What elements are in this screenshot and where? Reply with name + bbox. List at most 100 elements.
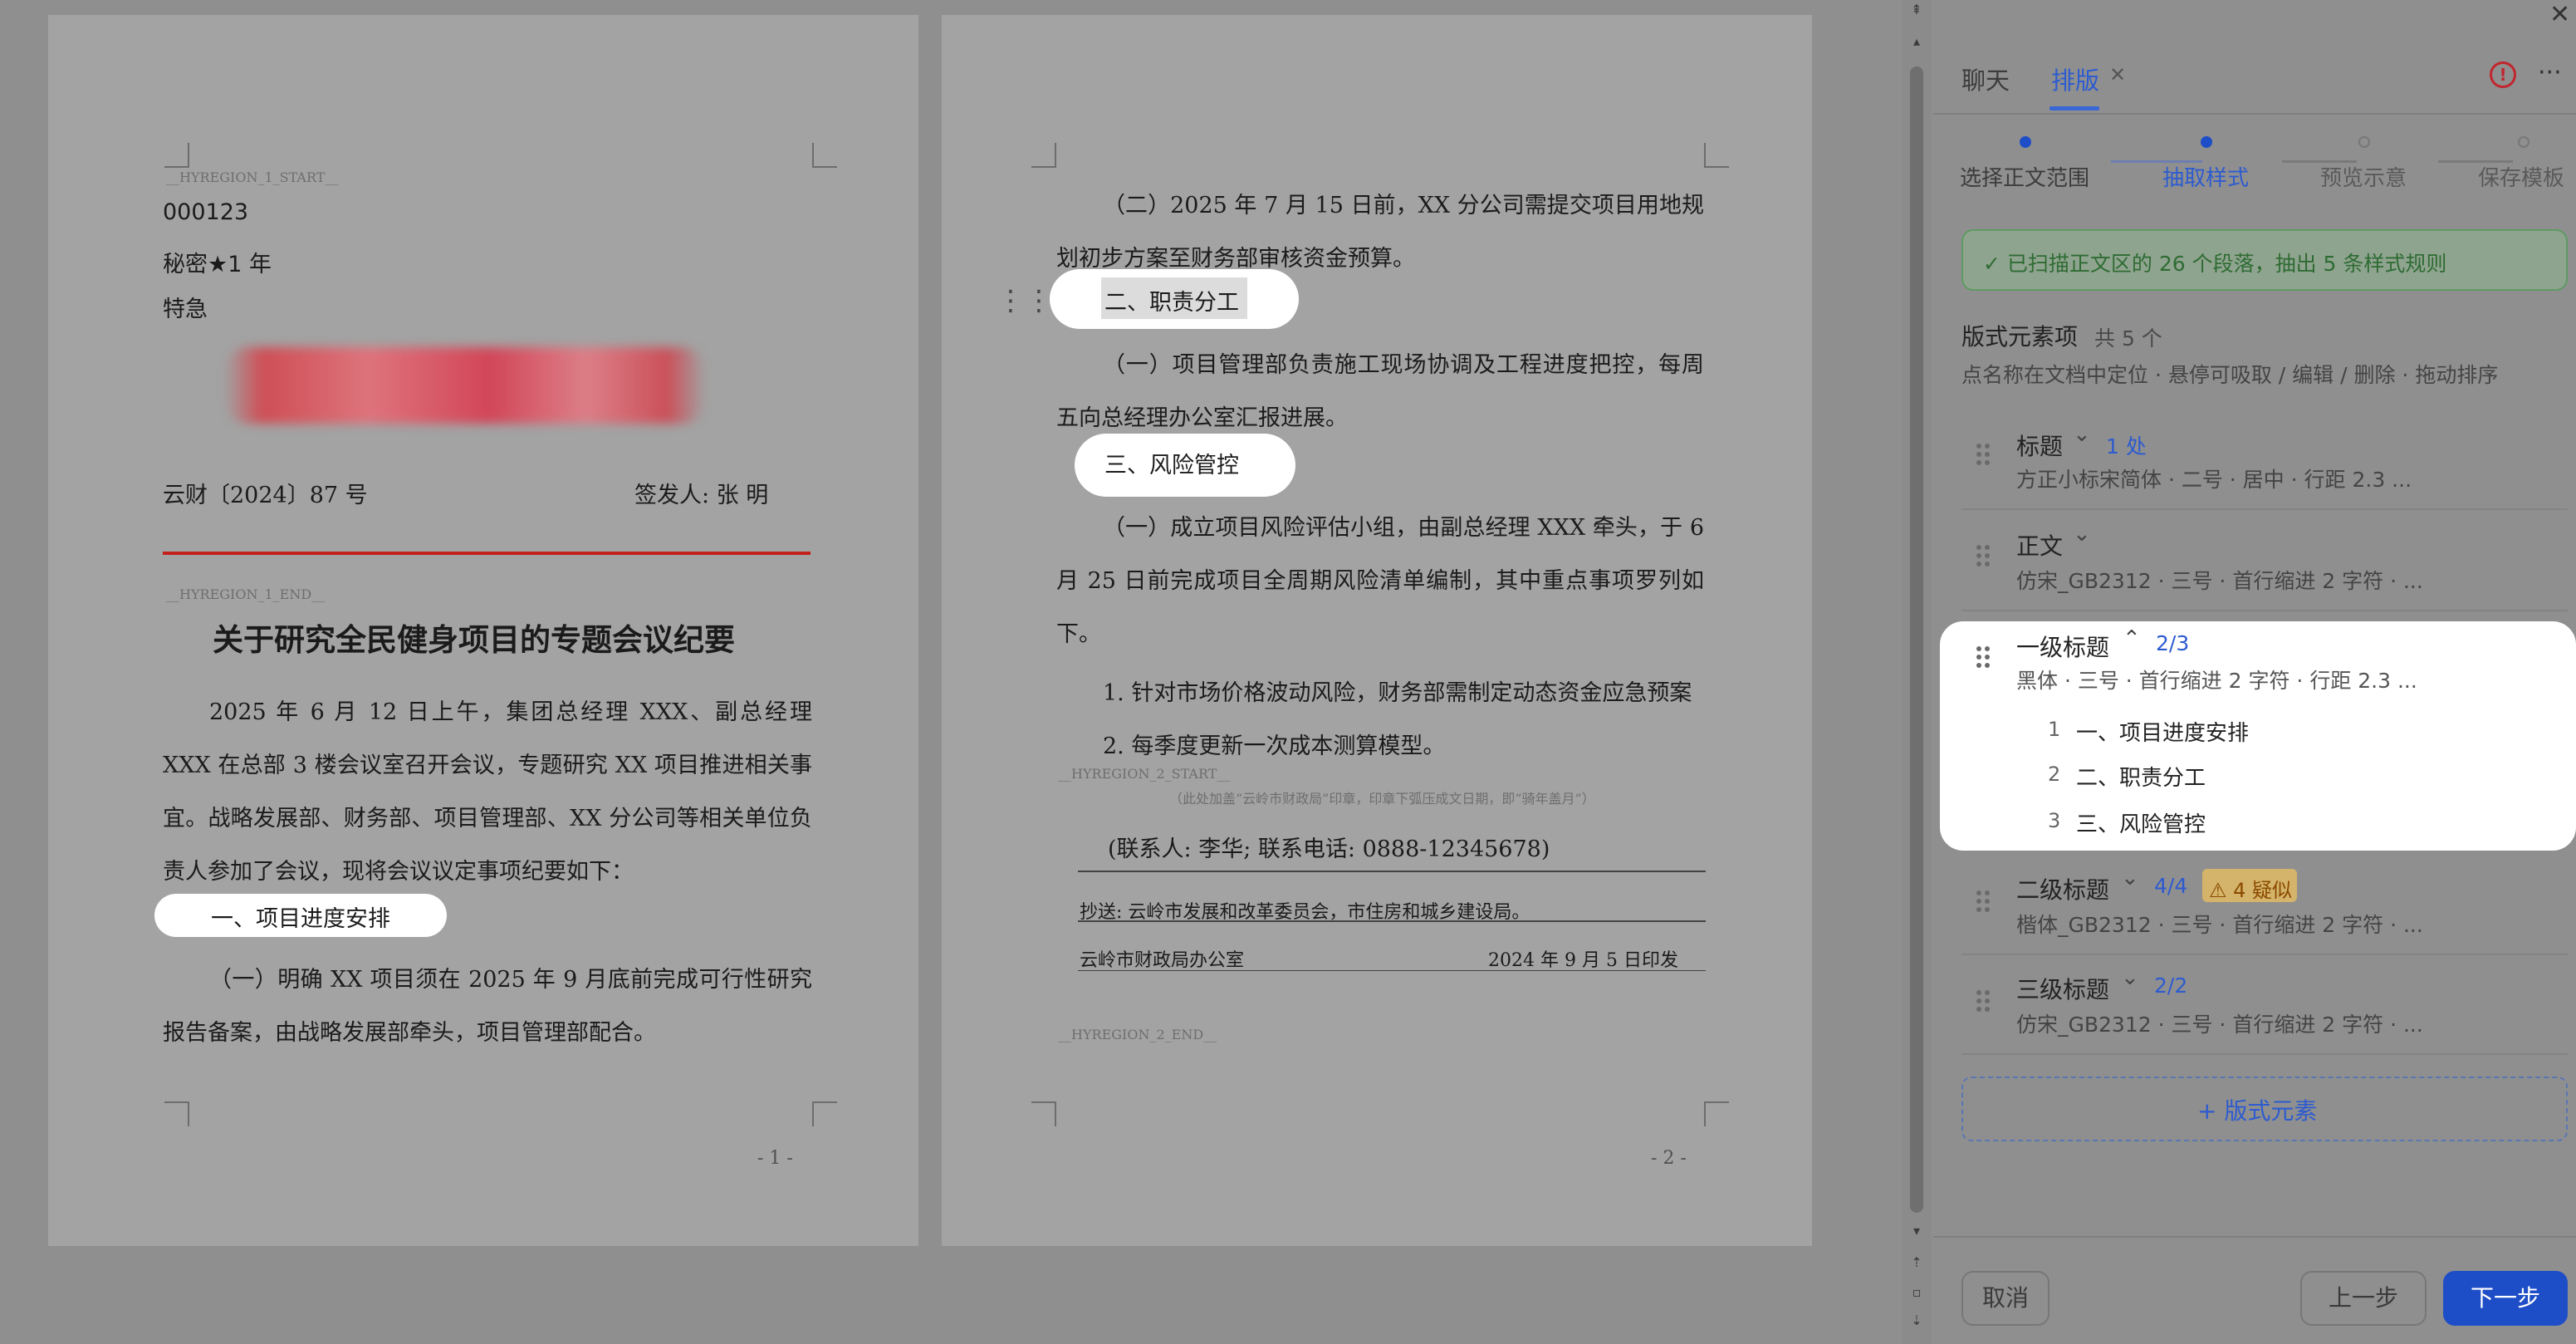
vertical-scrollbar[interactable]: ⇞ ▴ ▾ ⇡ ▫ ⇣	[1902, 0, 1932, 1344]
step-dot-todo	[2358, 136, 2370, 148]
child-index: 3	[2048, 809, 2061, 832]
tab-chat[interactable]: 聊天	[1961, 61, 2010, 96]
region-start-marker: __HYREGION_2_START__	[1058, 766, 1231, 782]
next-step-button[interactable]: 下一步	[2443, 1271, 2568, 1326]
success-message: ✓ 已扫描正文区的 26 个段落，抽出 5 条样式规则	[1983, 252, 2447, 276]
drag-handle-icon[interactable]	[1976, 444, 1990, 465]
child-heading-item[interactable]: 二、职责分工	[2076, 761, 2206, 792]
step-dot-done	[2020, 136, 2031, 148]
tabs-divider	[1933, 113, 2576, 115]
element-desc: 方正小标宋简体 · 二号 · 居中 · 行距 2.3 ...	[2016, 468, 2412, 492]
doc-number: 000123	[163, 199, 249, 225]
document-title[interactable]: 关于研究全民健身项目的专题会议纪要	[213, 615, 735, 660]
drag-handle-icon[interactable]	[1976, 545, 1990, 567]
issuer: 云岭市财政局办公室	[1080, 950, 1245, 971]
next-page-icon[interactable]: ⇣	[1908, 1312, 1925, 1329]
document-page-2[interactable]: （二）2025 年 7 月 15 日前，XX 分公司需提交项目用地规划初步方案至…	[942, 15, 1812, 1246]
tab-layout[interactable]: 排版	[2051, 61, 2099, 96]
drag-handle-icon[interactable]	[1976, 990, 1990, 1012]
alert-circle-icon[interactable]: !	[2490, 61, 2516, 88]
level1-heading-2[interactable]: 二、职责分工	[1104, 284, 1239, 316]
element-name-level2[interactable]: 二级标题	[2016, 872, 2109, 905]
element-count[interactable]: 4/4	[2154, 874, 2187, 898]
section-hint: 点名称在文档中定位 · 悬停可吸取 / 编辑 / 删除 · 拖动排序	[1961, 363, 2499, 387]
list-item[interactable]: 2. 每季度更新一次成本测算模型。	[1103, 728, 1445, 760]
tab-close-icon[interactable]: ✕	[2109, 63, 2126, 86]
level1-heading-3[interactable]: 三、风险管控	[1104, 447, 1239, 479]
crop-mark	[812, 1101, 837, 1126]
page-number: - 1 -	[757, 1148, 793, 1169]
element-desc: 楷体_GB2312 · 三号 · 首行缩进 2 字符 · ...	[2016, 913, 2423, 937]
red-separator-line	[163, 552, 811, 555]
scroll-top-icon[interactable]: ⇞	[1908, 2, 1925, 18]
region-end-marker: __HYREGION_2_END__	[1058, 1027, 1217, 1042]
element-desc: 黑体 · 三号 · 首行缩进 2 字符 · 行距 2.3 ...	[2016, 669, 2417, 693]
drag-handle-icon[interactable]: ⋮⋮	[997, 284, 1053, 317]
chevron-down-icon[interactable]: ⌄	[2073, 422, 2091, 447]
scroll-up-icon[interactable]: ▴	[1908, 33, 1925, 50]
step-dot-todo	[2518, 136, 2529, 148]
crop-mark	[164, 1101, 189, 1126]
element-count[interactable]: 1 处	[2106, 430, 2147, 460]
cancel-button[interactable]: 取消	[1961, 1271, 2050, 1326]
prev-page-icon[interactable]: ⇡	[1908, 1254, 1925, 1271]
crop-mark	[164, 143, 189, 168]
drag-handle-icon[interactable]	[1976, 646, 1990, 668]
scroll-thumb[interactable]	[1910, 66, 1923, 1213]
crop-mark	[1704, 1101, 1729, 1126]
element-count[interactable]: 2/3	[2156, 631, 2189, 655]
child-heading-item[interactable]: 一、项目进度安排	[2076, 716, 2249, 747]
body-paragraph[interactable]: （一）项目管理部负责施工现场协调及工程进度把控，每周五向总经理办公室汇报进展。	[1056, 339, 1704, 445]
seal-note: （此处加盖“云岭市财政局”印章，印章下弧压成文日期，即“骑年盖月”）	[1169, 791, 1595, 807]
divider	[1078, 920, 1706, 922]
crop-mark	[1031, 143, 1056, 168]
document-canvas[interactable]: __HYREGION_1_START__ 000123 秘密★1 年 特急 云财…	[0, 0, 1935, 1344]
body-paragraph[interactable]: （一）成立项目风险评估小组，由副总经理 XXX 牵头，于 6 月 25 日前完成…	[1056, 502, 1704, 661]
divider	[1078, 871, 1706, 872]
step-preview[interactable]: 预览示意	[2320, 161, 2407, 192]
body-paragraph[interactable]: （一）明确 XX 项目须在 2025 年 9 月底前完成可行性研究报告备案，由战…	[163, 954, 812, 1060]
file-number: 云财〔2024〕87 号	[163, 483, 368, 508]
step-extract-style[interactable]: 抽取样式	[2162, 161, 2249, 192]
drag-handle-icon[interactable]	[1976, 890, 1990, 912]
crop-mark	[1031, 1101, 1056, 1126]
contact-info: (联系人: 李华; 联系电话: 0888-12345678)	[1108, 836, 1550, 862]
body-paragraph[interactable]: 2025 年 6 月 12 日上午，集团总经理 XXX、副总经理 XXX 在总部…	[163, 686, 812, 899]
region-start-marker: __HYREGION_1_START__	[166, 169, 339, 185]
close-icon[interactable]: ✕	[2549, 0, 2570, 29]
prev-step-button[interactable]: 上一步	[2300, 1271, 2427, 1326]
step-save-template[interactable]: 保存模板	[2478, 161, 2564, 192]
element-desc: 仿宋_GB2312 · 三号 · 首行缩进 2 字符 · ...	[2016, 569, 2423, 593]
element-name-level3[interactable]: 三级标题	[2016, 972, 2109, 1005]
signer: 签发人: 张 明	[634, 483, 769, 508]
scroll-down-icon[interactable]: ▾	[1908, 1223, 1925, 1239]
child-index: 2	[2048, 763, 2061, 786]
element-name-level1[interactable]: 一级标题	[2016, 630, 2109, 663]
list-item[interactable]: 1. 针对市场价格波动风险，财务部需制定动态资金应急预案	[1103, 674, 1692, 707]
chevron-down-icon[interactable]: ⌄	[2121, 965, 2139, 990]
page-marker-icon[interactable]: ▫	[1908, 1284, 1925, 1301]
element-name-title[interactable]: 标题	[2016, 429, 2063, 462]
chevron-down-icon[interactable]: ⌄	[2121, 866, 2139, 890]
add-element-label: + 版式元素	[2197, 1097, 2318, 1125]
level1-heading-1[interactable]: 一、项目进度安排	[211, 900, 390, 933]
divider	[1961, 954, 2568, 955]
warning-badge[interactable]: ⚠ 4 疑似	[2209, 874, 2292, 903]
element-name-body[interactable]: 正文	[2016, 528, 2063, 562]
document-page-1[interactable]: __HYREGION_1_START__ 000123 秘密★1 年 特急 云财…	[48, 15, 918, 1246]
section-title: 版式元素项	[1961, 323, 2079, 351]
child-heading-item[interactable]: 三、风险管控	[2076, 807, 2206, 838]
footer-divider	[1933, 1236, 2576, 1238]
element-count[interactable]: 2/2	[2154, 974, 2187, 998]
chevron-down-icon[interactable]: ⌄	[2073, 522, 2091, 547]
element-desc: 仿宋_GB2312 · 三号 · 首行缩进 2 字符 · ...	[2016, 1013, 2423, 1037]
divider	[1961, 610, 2568, 611]
chevron-up-icon[interactable]: ⌃	[2123, 626, 2141, 651]
issue-date: 2024 年 9 月 5 日印发	[1488, 950, 1678, 971]
crop-mark	[1704, 143, 1729, 168]
more-options-icon[interactable]: ···	[2538, 58, 2562, 87]
child-index: 1	[2048, 718, 2061, 741]
secrecy-level: 秘密★1 年	[163, 252, 272, 277]
step-select-range[interactable]: 选择正文范围	[1960, 161, 2089, 192]
section-count: 共 5 个	[2094, 326, 2162, 351]
